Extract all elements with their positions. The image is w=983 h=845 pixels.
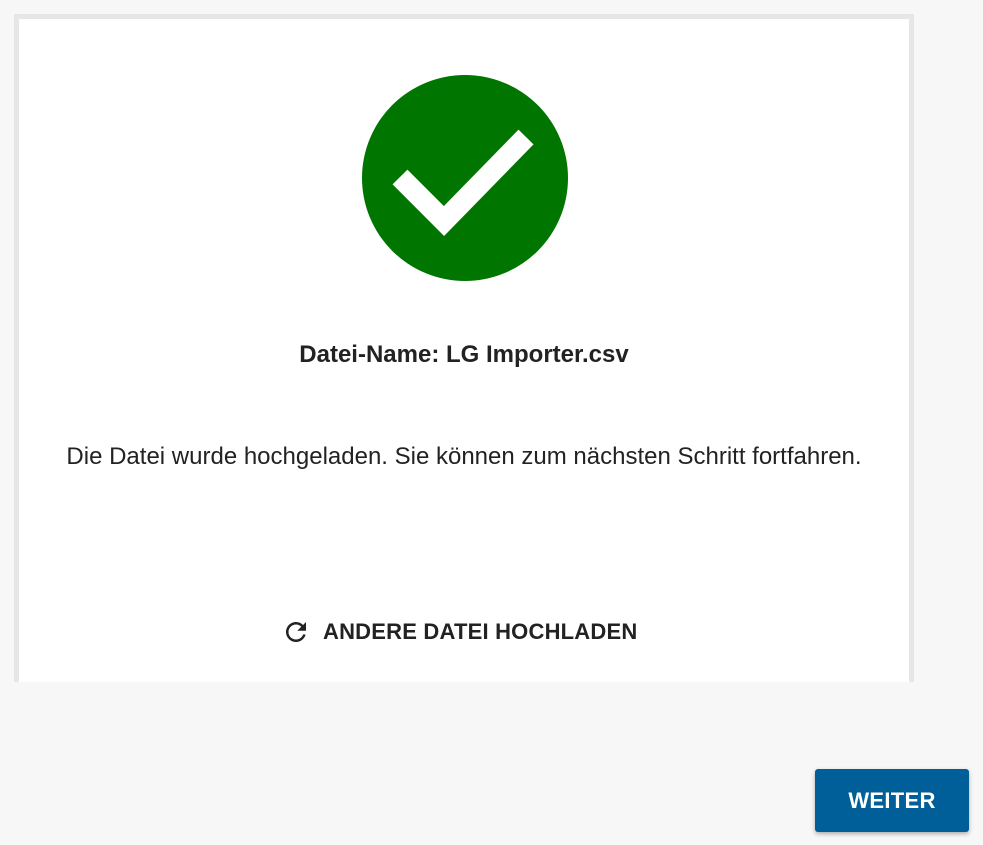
upload-another-file-label: ANDERE DATEI HOCHLADEN (323, 619, 638, 644)
upload-result-card: Datei-Name: LG Importer.csv Die Datei wu… (14, 14, 914, 682)
file-name-label: Datei-Name: LG Importer.csv (299, 341, 629, 368)
upload-page: Datei-Name: LG Importer.csv Die Datei wu… (0, 0, 983, 845)
check-circle-icon (362, 75, 568, 281)
refresh-icon (281, 617, 311, 647)
upload-another-file-button[interactable]: ANDERE DATEI HOCHLADEN (281, 615, 637, 649)
next-button[interactable]: WEITER (815, 769, 969, 832)
upload-success-message: Die Datei wurde hochgeladen. Sie können … (66, 443, 862, 470)
